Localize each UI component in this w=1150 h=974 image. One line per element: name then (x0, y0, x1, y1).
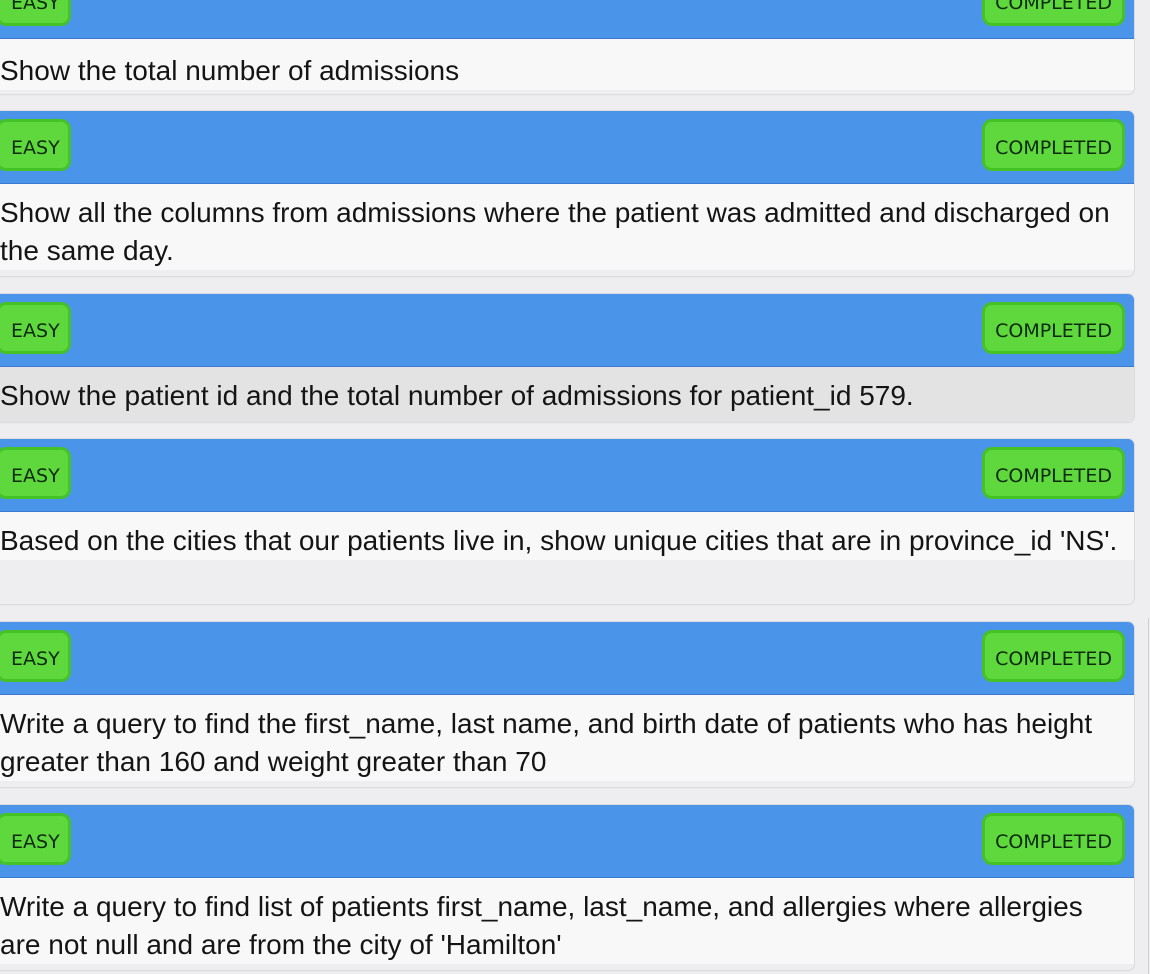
difficulty-badge: EASY (0, 119, 71, 171)
status-badge: COMPLETED (982, 0, 1125, 26)
question-text: Based on the cities that our patients li… (0, 512, 1134, 560)
question-text: Show the patient id and the total number… (0, 367, 1134, 422)
question-card-header: EASY COMPLETED (0, 294, 1134, 367)
question-text: Write a query to find list of patients f… (0, 878, 1134, 964)
question-card[interactable]: EASY COMPLETED Based on the cities that … (0, 439, 1134, 604)
question-card-header: EASY COMPLETED (0, 0, 1134, 39)
difficulty-badge: EASY (0, 813, 71, 865)
question-text: Write a query to find the first_name, la… (0, 695, 1134, 781)
question-card[interactable]: EASY COMPLETED Write a query to find the… (0, 622, 1134, 787)
question-card[interactable]: EASY COMPLETED Show all the columns from… (0, 111, 1134, 276)
question-card-header: EASY COMPLETED (0, 439, 1134, 512)
panel-divider (1148, 618, 1149, 974)
difficulty-badge: EASY (0, 0, 71, 26)
status-badge: COMPLETED (982, 447, 1125, 499)
status-badge: COMPLETED (982, 119, 1125, 171)
difficulty-badge: EASY (0, 447, 71, 499)
difficulty-badge: EASY (0, 302, 71, 354)
question-card[interactable]: EASY COMPLETED Write a query to find lis… (0, 805, 1134, 970)
question-card-header: EASY COMPLETED (0, 111, 1134, 184)
question-card-header: EASY COMPLETED (0, 622, 1134, 695)
question-text: Show the total number of admissions (0, 39, 1134, 90)
question-card[interactable]: EASY COMPLETED Show the total number of … (0, 0, 1134, 94)
question-text: Show all the columns from admissions whe… (0, 184, 1134, 270)
question-card-header: EASY COMPLETED (0, 805, 1134, 878)
difficulty-badge: EASY (0, 630, 71, 682)
status-badge: COMPLETED (982, 630, 1125, 682)
status-badge: COMPLETED (982, 302, 1125, 354)
question-card[interactable]: EASY COMPLETED Show the patient id and t… (0, 294, 1134, 422)
status-badge: COMPLETED (982, 813, 1125, 865)
